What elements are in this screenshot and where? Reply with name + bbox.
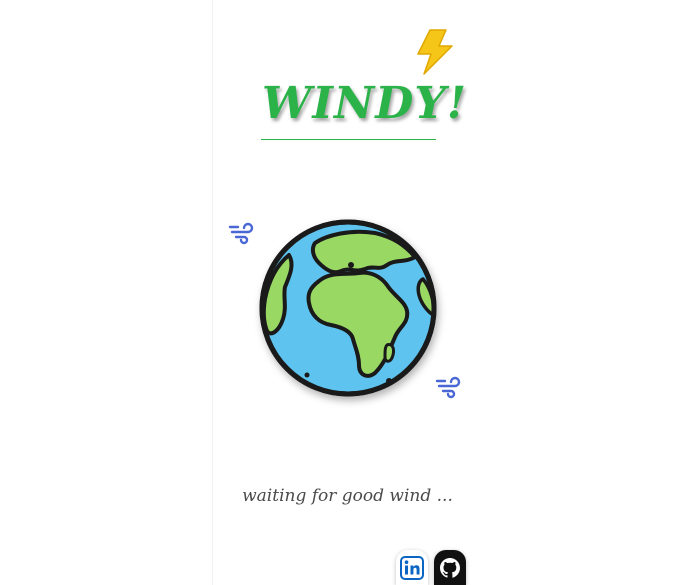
wind-icon (228, 222, 254, 245)
app-title: WINDY! (262, 78, 468, 129)
wind-icon (435, 376, 461, 399)
github-icon (440, 558, 460, 578)
title-underline (261, 139, 436, 140)
left-panel-divider (212, 0, 213, 585)
linkedin-link[interactable] (396, 550, 428, 585)
tagline: waiting for good wind ... (242, 486, 453, 506)
github-link[interactable] (434, 550, 466, 585)
lightning-bolt-icon (417, 29, 453, 75)
linkedin-icon (400, 556, 424, 580)
landing-page: WINDY! waiting for good wind ... (0, 0, 696, 585)
earth-globe-icon (259, 219, 437, 397)
